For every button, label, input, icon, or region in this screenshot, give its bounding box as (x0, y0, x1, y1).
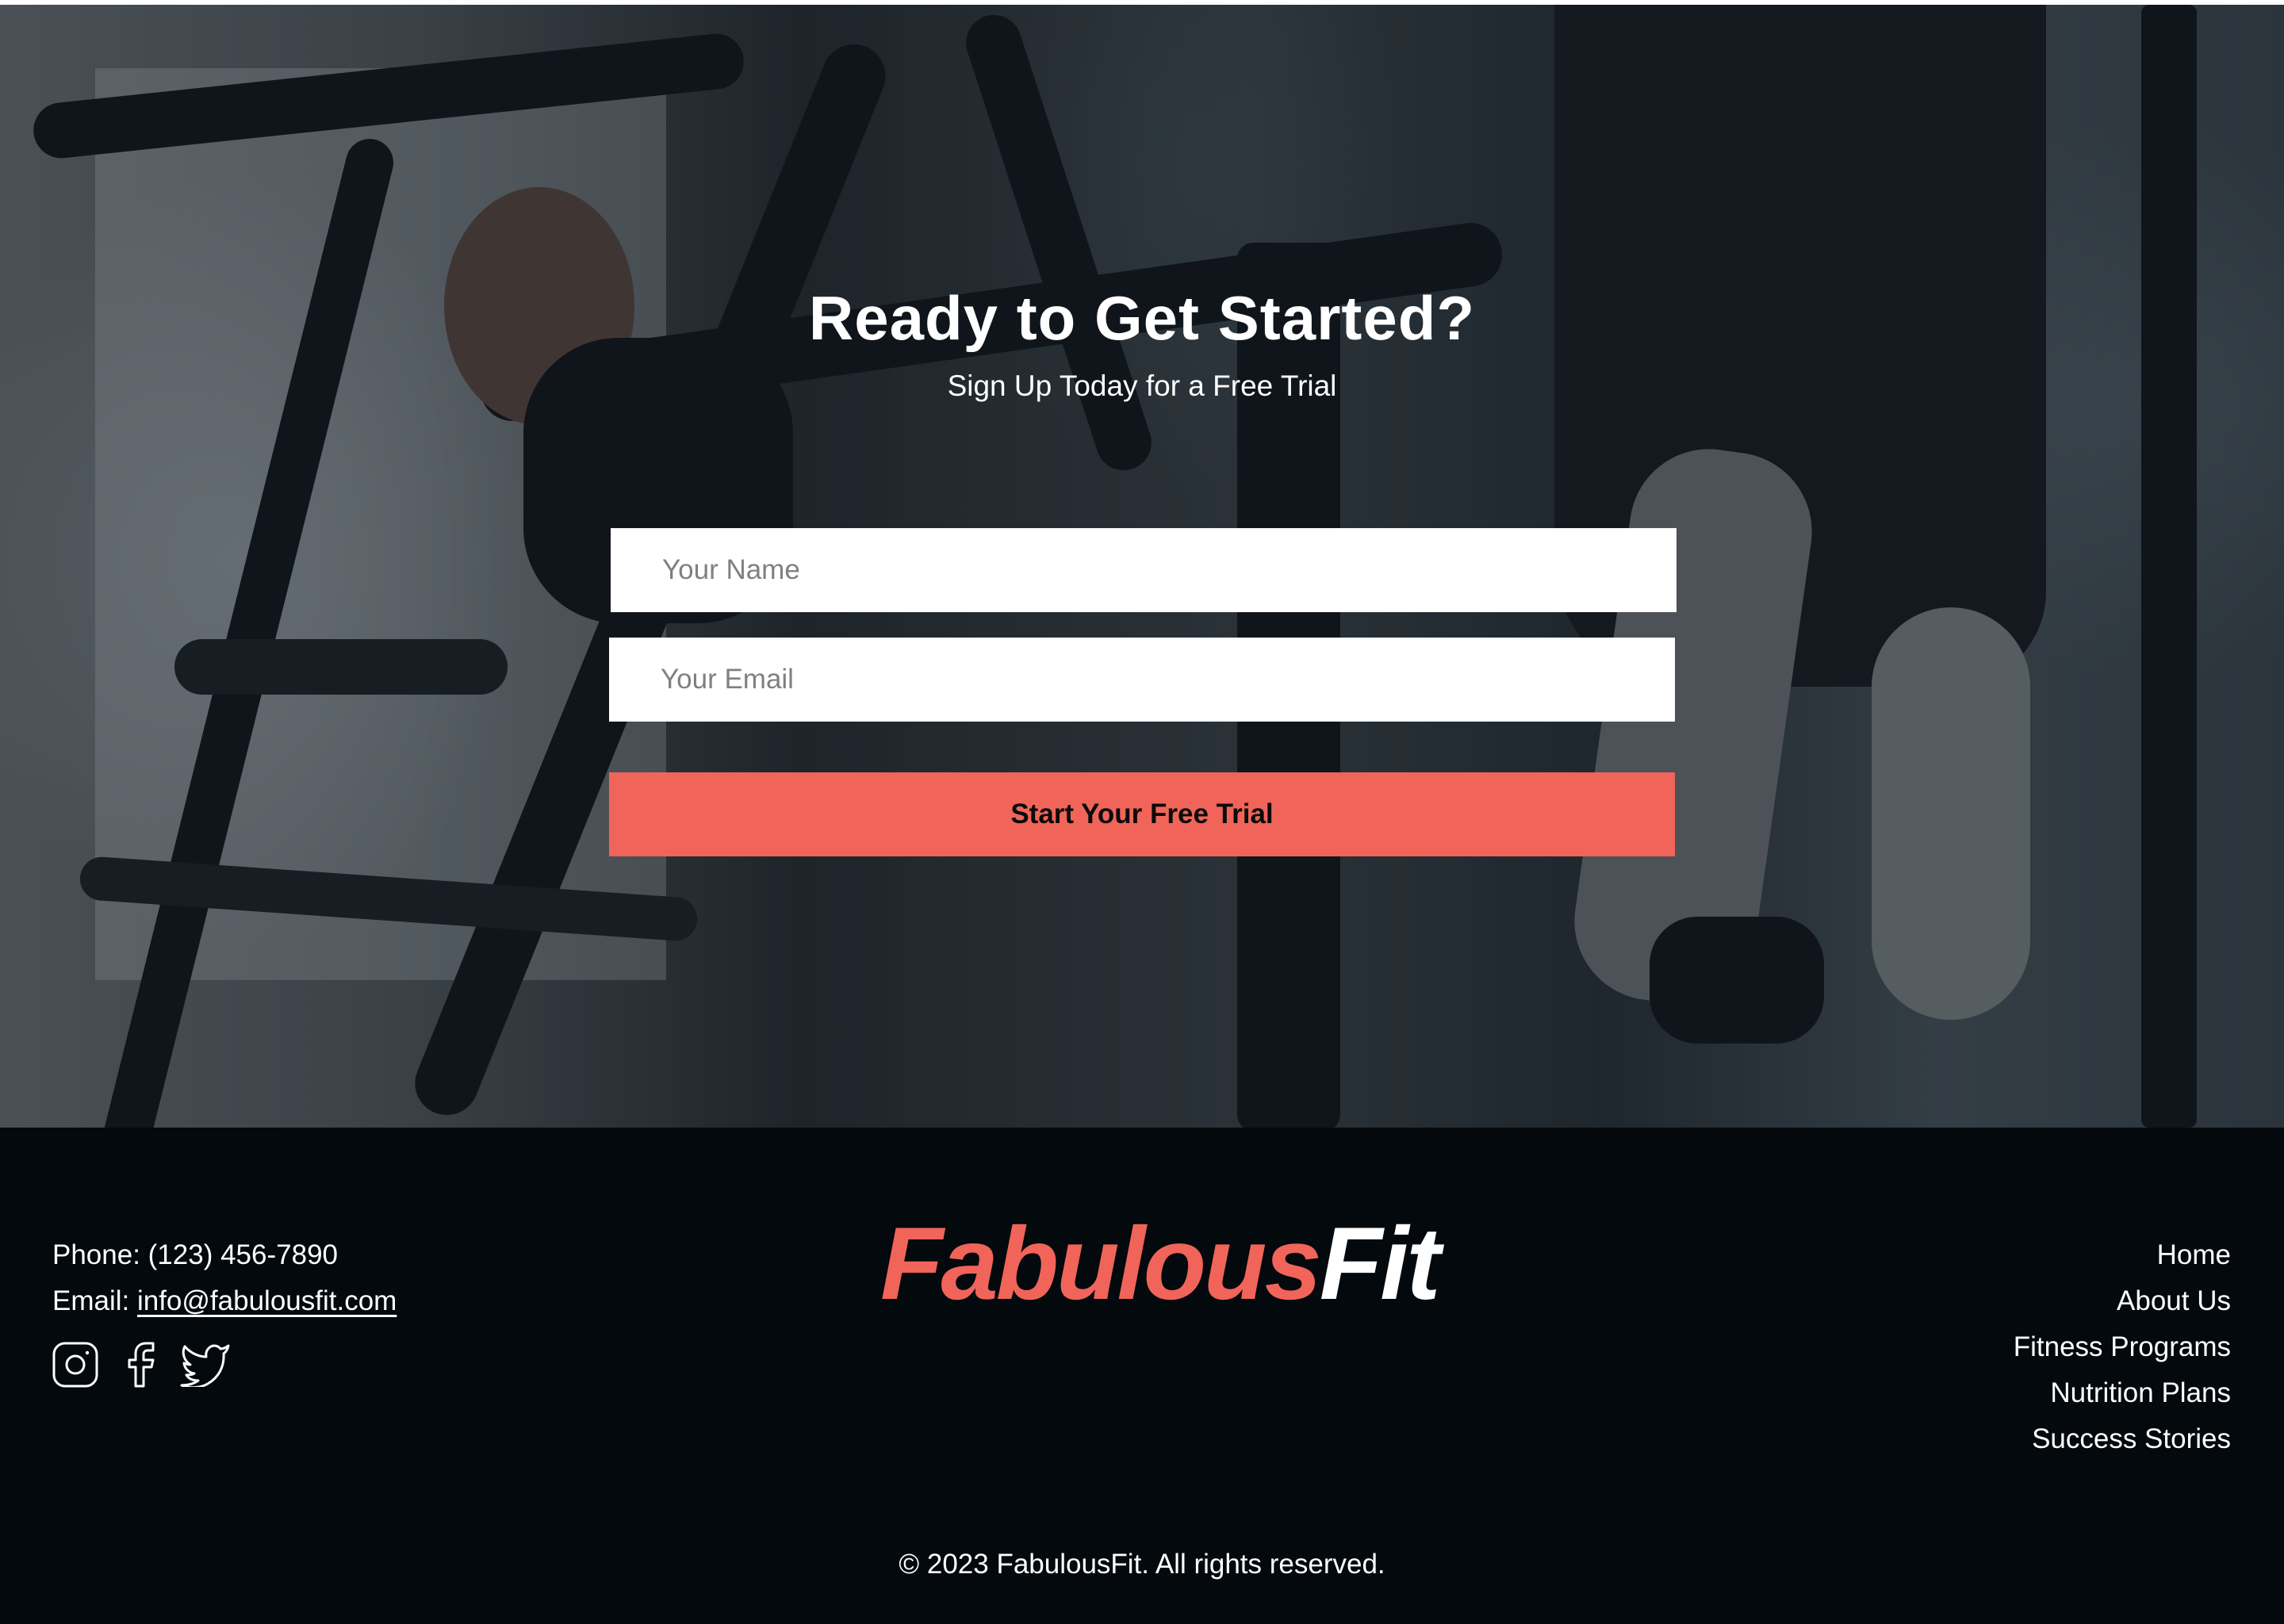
hero-subtitle: Sign Up Today for a Free Trial (947, 370, 1337, 402)
instagram-icon[interactable] (52, 1342, 98, 1392)
email-line: Email: info@fabulousfit.com (52, 1278, 397, 1324)
logo-text-fabulous: Fabulous (880, 1205, 1322, 1321)
nav-link-fitness-programs[interactable]: Fitness Programs (2014, 1324, 2231, 1370)
phone-number: (123) 456-7890 (148, 1239, 338, 1270)
footer-nav: Home About Us Fitness Programs Nutrition… (2014, 1232, 2231, 1462)
phone-line: Phone: (123) 456-7890 (52, 1232, 397, 1278)
facebook-icon[interactable] (127, 1342, 155, 1392)
phone-label: Phone: (52, 1239, 148, 1270)
copyright: © 2023 FabulousFit. All rights reserved. (899, 1549, 1385, 1580)
hero-title: Ready to Get Started? (808, 283, 1476, 353)
nav-link-nutrition-plans[interactable]: Nutrition Plans (2014, 1370, 2231, 1416)
twitter-icon[interactable] (179, 1342, 230, 1391)
start-free-trial-button[interactable]: Start Your Free Trial (609, 772, 1675, 856)
logo-text-fit: Fit (1319, 1205, 1441, 1321)
brand-logo[interactable]: FabulousFit (880, 1204, 1441, 1323)
nav-link-home[interactable]: Home (2014, 1232, 2231, 1278)
email-label: Email: (52, 1285, 137, 1316)
nav-link-success-stories[interactable]: Success Stories (2014, 1416, 2231, 1462)
email-input[interactable] (609, 638, 1675, 722)
footer: Phone: (123) 456-7890 Email: info@fabulo… (0, 1128, 2284, 1624)
social-links (52, 1342, 259, 1392)
email-link[interactable]: info@fabulousfit.com (137, 1285, 397, 1316)
nav-link-about-us[interactable]: About Us (2014, 1278, 2231, 1324)
contact-info: Phone: (123) 456-7890 Email: info@fabulo… (52, 1232, 397, 1324)
name-input[interactable] (611, 528, 1677, 612)
